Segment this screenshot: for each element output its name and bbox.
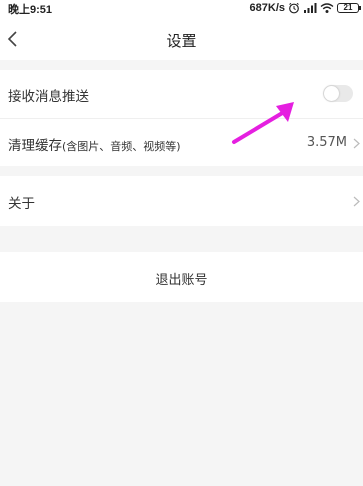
- network-speed: 687K/s: [249, 2, 285, 14]
- about-label: 关于: [8, 196, 35, 212]
- status-bar: 晚上9:51 687K/s 21: [0, 0, 363, 18]
- about-row[interactable]: 关于: [0, 176, 363, 226]
- clear-cache-label: 清理缓存(含图片、音频、视频等): [8, 134, 181, 154]
- alarm-icon: [289, 2, 299, 14]
- wifi-icon: [320, 3, 334, 13]
- logout-row[interactable]: 退出账号: [0, 252, 363, 302]
- clear-cache-title: 清理缓存: [8, 138, 62, 154]
- status-time: 晚上9:51: [8, 4, 53, 16]
- chevron-right-icon: [353, 196, 360, 207]
- push-notification-row: 接收消息推送: [0, 70, 363, 118]
- battery-icon: 21: [337, 3, 361, 13]
- clear-cache-row[interactable]: 清理缓存(含图片、音频、视频等) 3.57M: [0, 118, 363, 166]
- status-indicators: 687K/s 21: [249, 1, 361, 15]
- push-notification-label: 接收消息推送: [8, 89, 89, 105]
- chevron-right-icon: [353, 138, 360, 149]
- nav-bar: 设置: [0, 18, 363, 60]
- logout-button[interactable]: 退出账号: [0, 269, 363, 288]
- toggle-knob: [324, 86, 339, 101]
- push-notification-toggle[interactable]: [323, 85, 353, 102]
- clear-cache-sublabel: (含图片、音频、视频等): [62, 140, 181, 153]
- signal-icon: [304, 3, 317, 13]
- annotation-arrow-icon: [232, 102, 294, 144]
- cache-size-value: 3.57M: [306, 135, 347, 150]
- page-title: 设置: [166, 32, 197, 50]
